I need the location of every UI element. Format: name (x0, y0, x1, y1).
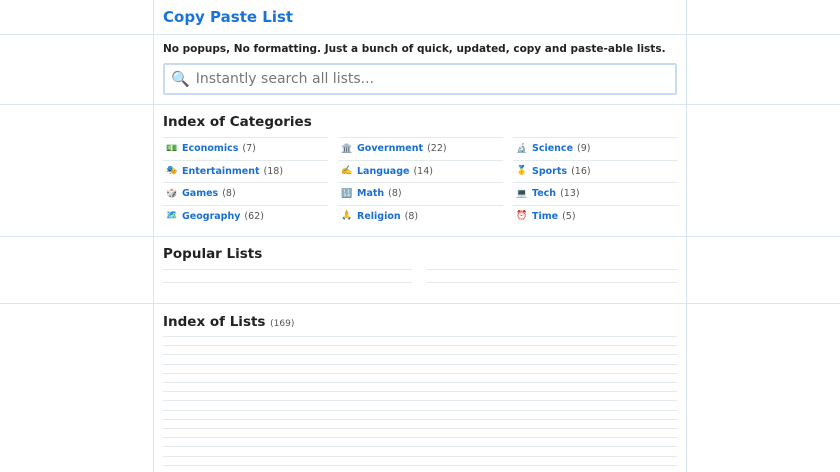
category-link[interactable]: Games (182, 188, 218, 199)
math-icon: 🔢 (341, 188, 353, 199)
divider (0, 236, 840, 237)
science-icon: 🔬 (516, 143, 528, 154)
divider (0, 34, 840, 35)
economics-icon: 💵 (166, 143, 178, 154)
category-time[interactable]: ⏰ Time (5) (513, 204, 678, 228)
category-link[interactable]: Sports (532, 166, 567, 177)
list-row (163, 418, 677, 420)
category-count: (13) (560, 188, 580, 200)
category-language[interactable]: ✍️ Language (14) (338, 159, 503, 183)
category-link[interactable]: Language (357, 166, 409, 177)
list-row (163, 455, 677, 457)
list-row (163, 391, 677, 393)
popular-list-slot (427, 269, 677, 270)
divider (0, 303, 840, 304)
category-link[interactable]: Science (532, 143, 573, 154)
search-placeholder: Instantly search all lists... (195, 71, 375, 87)
category-government[interactable]: 🏛️ Government (22) (338, 137, 503, 160)
list-row (163, 382, 677, 383)
category-link[interactable]: Math (357, 188, 384, 199)
list-row (163, 372, 677, 374)
categories-heading: Index of Categories (163, 114, 312, 130)
category-count: (7) (242, 143, 256, 155)
list-row (163, 428, 677, 429)
category-count: (14) (413, 165, 433, 177)
list-row (163, 464, 677, 466)
category-games[interactable]: 🎲 Games (8) (163, 182, 328, 205)
list-row (163, 336, 677, 337)
category-math[interactable]: 🔢 Math (8) (338, 182, 503, 205)
category-link[interactable]: Time (532, 211, 558, 222)
search-input[interactable]: 🔍 Instantly search all lists... (163, 63, 677, 95)
list-row (163, 345, 677, 347)
category-link[interactable]: Religion (357, 211, 401, 222)
category-religion[interactable]: 🙏 Religion (8) (338, 204, 503, 228)
list-row (163, 354, 677, 356)
time-icon: ⏰ (516, 211, 528, 222)
category-count: (18) (263, 165, 284, 177)
category-link[interactable]: Tech (532, 188, 556, 199)
popular-list-slot (163, 269, 412, 270)
list-row (163, 437, 677, 439)
category-count: (62) (244, 210, 264, 222)
language-icon: ✍️ (341, 166, 353, 177)
entertainment-icon: 🎭 (166, 166, 178, 177)
popular-list-slot (163, 282, 412, 283)
category-link[interactable]: Economics (182, 143, 238, 154)
list-row (163, 363, 677, 365)
list-row (163, 400, 677, 402)
category-count: (16) (571, 165, 591, 177)
tagline: No popups, No formatting. Just a bunch o… (163, 43, 666, 55)
index-count: (169) (270, 319, 295, 329)
category-entertainment[interactable]: 🎭 Entertainment (18) (163, 159, 328, 183)
list-row (163, 446, 677, 448)
tech-icon: 💻 (516, 188, 528, 199)
category-tech[interactable]: 💻 Tech (13) (513, 182, 678, 205)
site-title[interactable]: Copy Paste List (163, 8, 677, 26)
categories-grid: 💵 Economics (7) 🏛️ Government (22) 🔬 Science (9)… (163, 137, 678, 228)
category-link[interactable]: Government (357, 143, 423, 154)
category-link[interactable]: Entertainment (182, 166, 260, 177)
category-count: (8) (222, 188, 236, 200)
list-row (163, 409, 677, 411)
popular-list-slot (427, 282, 677, 283)
category-count: (8) (388, 188, 402, 200)
category-count: (22) (427, 143, 447, 155)
category-link[interactable]: Geography (182, 211, 240, 222)
category-count: (8) (404, 210, 419, 222)
geography-icon: 🗺️ (166, 211, 178, 222)
divider (0, 104, 840, 105)
index-heading: Index of Lists (163, 314, 266, 330)
sports-icon: 🥇 (516, 166, 528, 177)
government-icon: 🏛️ (341, 143, 353, 154)
games-icon: 🎲 (166, 188, 178, 199)
category-geography[interactable]: 🗺️ Geography (62) (163, 204, 328, 228)
category-count: (9) (577, 143, 591, 155)
magnifier-icon: 🔍 (171, 70, 190, 88)
religion-icon: 🙏 (341, 211, 353, 222)
category-sports[interactable]: 🥇 Sports (16) (513, 159, 678, 183)
category-count: (5) (562, 210, 576, 222)
category-science[interactable]: 🔬 Science (9) (513, 137, 678, 160)
popular-heading: Popular Lists (163, 246, 263, 262)
category-economics[interactable]: 💵 Economics (7) (163, 137, 328, 160)
